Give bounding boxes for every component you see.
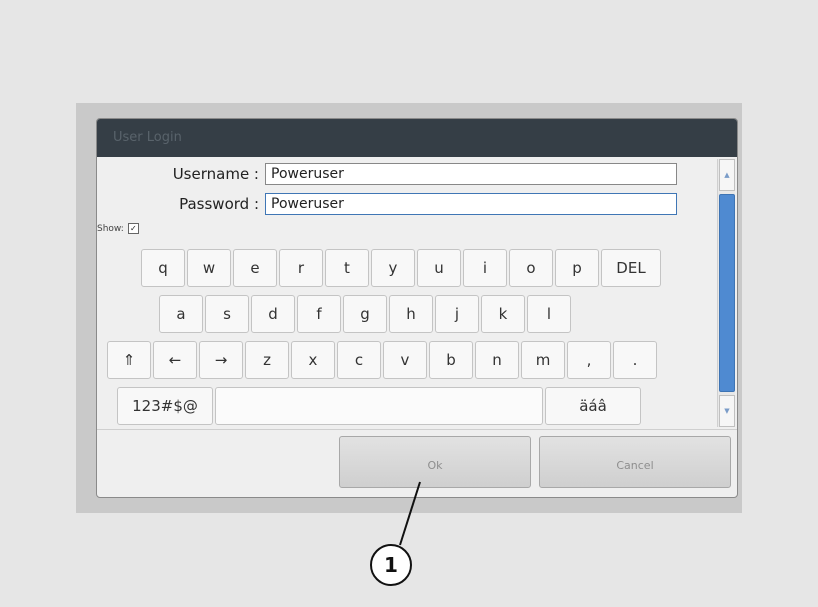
callout-leader-line xyxy=(399,481,421,546)
callout-number: 1 xyxy=(370,544,412,586)
